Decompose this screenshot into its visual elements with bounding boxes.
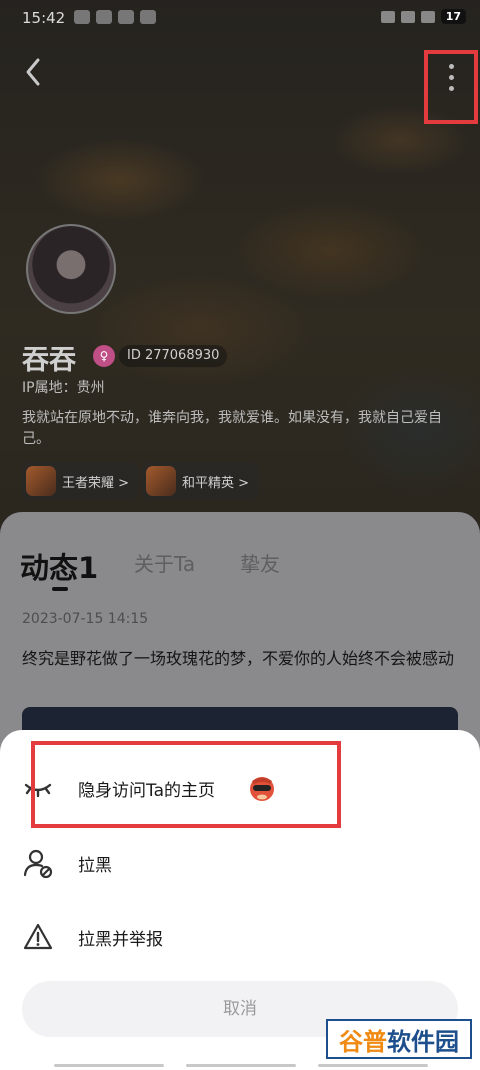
status-bar: 15:42 17 bbox=[0, 0, 480, 36]
warning-icon bbox=[23, 923, 53, 950]
post-text[interactable]: 终究是野花做了一场玫瑰花的梦，不爱你的人始终不会被感动 bbox=[22, 645, 462, 673]
nav-gesture-bar bbox=[186, 1064, 296, 1067]
site-watermark: 谷普 软件园 bbox=[326, 1019, 472, 1059]
notification-icons bbox=[74, 10, 156, 24]
sheet-item-label: 拉黑 bbox=[78, 855, 112, 876]
chevron-left-icon bbox=[26, 58, 40, 86]
system-icons: 17 bbox=[380, 9, 466, 24]
game-tag-honor-of-kings[interactable]: 王者荣耀 > bbox=[22, 462, 140, 500]
block-and-report-option[interactable]: 拉黑并举报 bbox=[0, 906, 480, 968]
watermark-text-part1: 谷普 bbox=[339, 1027, 387, 1056]
active-tab-indicator bbox=[52, 587, 68, 591]
game-tag-peace-elite[interactable]: 和平精英 > bbox=[142, 462, 260, 500]
user-id-badge[interactable]: ID 277068930 bbox=[119, 345, 228, 367]
status-time: 15:42 bbox=[22, 9, 66, 27]
nav-gesture-bar bbox=[318, 1064, 428, 1067]
profile-bio: 我就站在原地不动，谁奔向我，我就爱谁。如果没有，我就自己爱自己。 bbox=[22, 410, 442, 447]
more-options-button[interactable] bbox=[424, 50, 478, 124]
avatar[interactable] bbox=[26, 224, 116, 314]
tab-about[interactable]: 关于Ta bbox=[134, 548, 195, 577]
tab-posts[interactable]: 动态1 bbox=[20, 545, 98, 587]
game-icon bbox=[146, 466, 176, 496]
app-notification-icon bbox=[74, 10, 90, 24]
tab-best-friends[interactable]: 挚友 bbox=[240, 548, 280, 577]
block-option[interactable]: 拉黑 bbox=[0, 832, 480, 894]
nav-gesture-bar bbox=[54, 1064, 164, 1067]
ip-location: IP属地：贵州 bbox=[22, 380, 105, 396]
female-icon: ♀ bbox=[93, 345, 115, 367]
game-tag-label: 王者荣耀 > bbox=[62, 475, 130, 491]
profile-nickname: 吞吞 bbox=[22, 345, 76, 376]
annotation-highlight-box bbox=[31, 741, 341, 828]
post-date: 2023-07-15 14:15 bbox=[22, 611, 149, 627]
sheet-item-label: 拉黑并举报 bbox=[78, 929, 163, 950]
wifi-icon bbox=[400, 10, 415, 23]
network-icon bbox=[420, 10, 435, 23]
game-icon bbox=[26, 466, 56, 496]
more-vertical-icon bbox=[449, 64, 454, 91]
app-notification-icon bbox=[140, 10, 156, 24]
app-notification-icon bbox=[118, 10, 134, 24]
app-notification-icon bbox=[96, 10, 112, 24]
back-button[interactable] bbox=[18, 52, 54, 92]
battery-indicator: 17 bbox=[440, 9, 466, 24]
signal-icon bbox=[380, 10, 395, 23]
block-user-icon bbox=[23, 849, 53, 879]
game-tag-label: 和平精英 > bbox=[182, 475, 250, 491]
watermark-text-part2: 软件园 bbox=[387, 1027, 459, 1056]
